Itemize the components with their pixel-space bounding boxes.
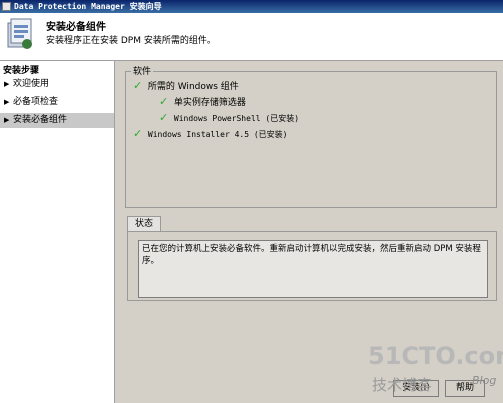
tree-item-windows-components: ✓ 所需的 Windows 组件 [133,79,239,92]
tree-item-label: Windows PowerShell (已安装) [173,114,300,123]
arrow-right-icon: ▶ [4,80,10,88]
page-title: 安装必备组件 [46,22,106,33]
status-panel: 已在您的计算机上安装必备软件。重新启动计算机以完成安装，然后重新启动 DPM 安… [127,231,497,301]
checkmark-icon: ✓ [133,79,143,92]
tree-item-powershell: ✓ Windows PowerShell (已安装) [159,111,299,124]
button-bar: 安装(I) 帮助 [115,372,503,403]
tree-item-label: 单实例存储筛选器 [173,98,246,108]
software-group-label: 软件 [131,64,154,77]
arrow-right-icon: ▶ [4,116,10,124]
tree-item-sis-filter: ✓ 单实例存储筛选器 [159,95,246,108]
installer-icon [7,18,32,49]
tree-item-label: Windows Installer 4.5 (已安装) [147,130,288,139]
sidebar-item-label: 安装必备组件 [13,115,68,125]
checkmark-icon: ✓ [159,111,169,124]
sidebar-item-label: 欢迎使用 [13,79,50,89]
sidebar-heading: 安装步骤 [3,66,40,76]
help-button[interactable]: 帮助 [445,380,485,397]
checkmark-icon: ✓ [133,127,143,140]
sidebar-item-label: 必备项检查 [13,97,59,107]
tree-item-label: 所需的 Windows 组件 [147,82,239,92]
tree-item-windows-installer: ✓ Windows Installer 4.5 (已安装) [133,127,287,140]
main-content: 软件 ✓ 所需的 Windows 组件 ✓ 单实例存储筛选器 ✓ Windows… [115,61,503,403]
sidebar-item-welcome[interactable]: ▶ 欢迎使用 [0,77,114,92]
title-bar[interactable]: Data Protection Manager 安装向导 [0,0,503,13]
page-subtitle: 安装程序正在安装 DPM 安装所需的组件。 [46,36,216,46]
arrow-right-icon: ▶ [4,98,10,106]
sidebar-item-prereq-check[interactable]: ▶ 必备项检查 [0,95,114,110]
steps-sidebar: 安装步骤 ▶ 欢迎使用 ▶ 必备项检查 ▶ 安装必备组件 [0,61,115,403]
checkmark-icon: ✓ [159,95,169,108]
app-icon [2,2,11,11]
tab-status[interactable]: 状态 [127,216,161,231]
wizard-header: 安装必备组件 安装程序正在安装 DPM 安装所需的组件。 [0,13,503,61]
install-button[interactable]: 安装(I) [393,380,439,397]
wizard-window: Data Protection Manager 安装向导 安装必备组件 安装程序… [0,0,503,403]
status-message: 已在您的计算机上安装必备软件。重新启动计算机以完成安装，然后重新启动 DPM 安… [138,240,488,298]
window-title: Data Protection Manager 安装向导 [14,2,162,11]
sidebar-item-install-prereqs[interactable]: ▶ 安装必备组件 [0,113,114,128]
